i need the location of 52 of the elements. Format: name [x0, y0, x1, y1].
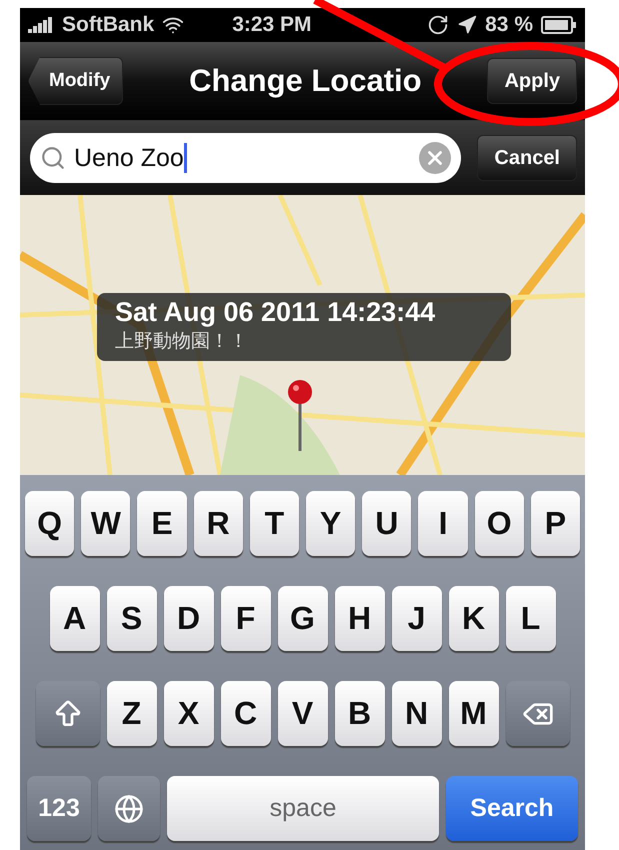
letter-key[interactable]: I: [418, 491, 468, 556]
battery-percent: 83 %: [485, 13, 533, 37]
letter-key[interactable]: T: [250, 491, 299, 556]
letter-key[interactable]: P: [530, 491, 580, 556]
callout-subtitle: 上野動物園！！: [115, 329, 249, 354]
search-icon: [40, 145, 66, 171]
screen-title: Change Locatio: [188, 63, 423, 99]
letter-key[interactable]: H: [334, 586, 384, 651]
text-cursor: [184, 143, 187, 173]
letter-key[interactable]: O: [474, 491, 524, 556]
letter-key[interactable]: K: [448, 586, 498, 651]
battery-icon: [541, 16, 577, 34]
letter-key[interactable]: C: [220, 681, 270, 746]
letter-key[interactable]: J: [392, 586, 442, 651]
letter-key[interactable]: V: [278, 681, 328, 746]
letter-key[interactable]: Z: [106, 681, 156, 746]
clock-time: 3:23 PM: [232, 13, 312, 37]
back-button[interactable]: Modify: [28, 57, 124, 105]
letter-key[interactable]: A: [50, 586, 100, 651]
letter-key[interactable]: S: [106, 586, 156, 651]
search-key[interactable]: Search: [446, 776, 578, 841]
shift-key[interactable]: [36, 681, 100, 746]
letter-key[interactable]: L: [506, 586, 556, 651]
letter-key[interactable]: B: [334, 681, 384, 746]
map-pin-icon: [286, 379, 314, 451]
search-field[interactable]: Ueno Zoo: [30, 133, 462, 183]
letter-key[interactable]: E: [137, 491, 187, 556]
letter-key[interactable]: D: [164, 586, 214, 651]
callout-title: Sat Aug 06 2011 14:23:44: [115, 297, 436, 328]
letter-key[interactable]: Q: [24, 491, 74, 556]
apply-button[interactable]: Apply: [487, 58, 577, 104]
letter-key[interactable]: F: [220, 586, 270, 651]
letter-key[interactable]: W: [81, 491, 130, 556]
carrier-name: SoftBank: [62, 13, 154, 37]
letter-key[interactable]: R: [194, 491, 243, 556]
letter-key[interactable]: G: [278, 586, 328, 651]
numbers-key[interactable]: 123: [27, 776, 91, 841]
signal-icon: [28, 17, 54, 33]
letter-key[interactable]: U: [362, 491, 412, 556]
rotation-lock-icon: [427, 14, 450, 36]
map-placeholder[interactable]: Sat Aug 06 2011 14:23:44 上野動物園！！: [20, 195, 585, 475]
cancel-button[interactable]: Cancel: [477, 135, 577, 181]
letter-key[interactable]: Y: [306, 491, 356, 556]
letter-key[interactable]: N: [392, 681, 442, 746]
globe-icon: [114, 794, 144, 824]
letter-key[interactable]: M: [448, 681, 498, 746]
letter-key[interactable]: X: [164, 681, 214, 746]
location-arrow-icon: [457, 15, 478, 35]
space-key[interactable]: space: [167, 776, 439, 841]
search-text: Ueno Zoo: [74, 143, 412, 173]
globe-key[interactable]: [98, 776, 160, 841]
delete-key[interactable]: [506, 681, 570, 746]
